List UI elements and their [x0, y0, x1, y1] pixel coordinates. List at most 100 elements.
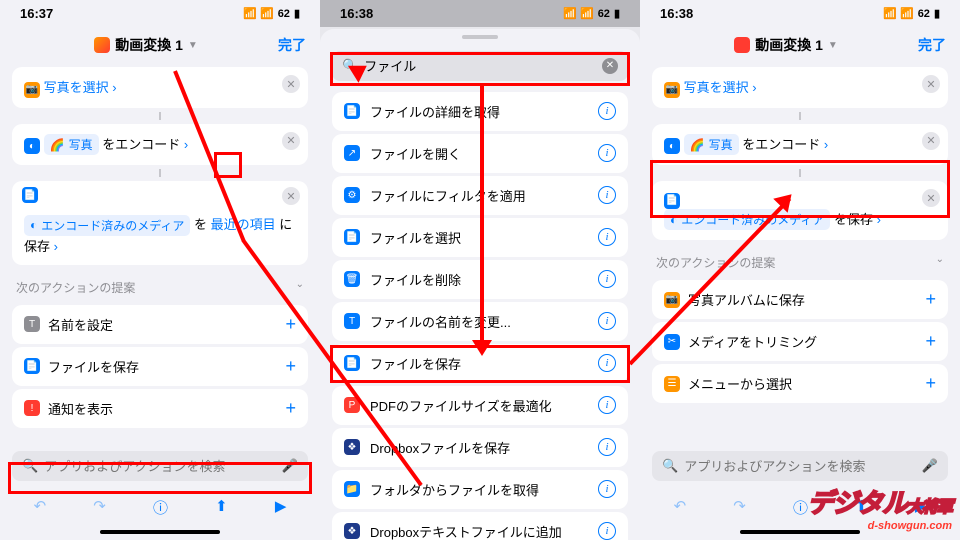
action-save-file[interactable]: ✕ 📄 ◐ エンコード済みのメディア を 最近の項目 に保存 › [12, 181, 308, 265]
status-bar: 16:38 📶 📶 62▮ [320, 0, 640, 27]
photos-icon: 📷 [664, 82, 680, 98]
mic-icon[interactable]: 🎤 [282, 458, 298, 474]
action-label: ファイルを選択 [370, 228, 461, 247]
action-icon: 📄 [344, 103, 360, 119]
sheet-handle[interactable] [462, 35, 498, 39]
variable-chip[interactable]: ◐ エンコード済みのメディア [24, 215, 190, 236]
action-list-item[interactable]: ❖Dropboxファイルを保存i [332, 428, 628, 467]
action-select-photos[interactable]: 📷 写真を選択 › ✕ [12, 67, 308, 108]
search-field[interactable] [44, 459, 276, 474]
action-list-item[interactable]: PPDFのファイルサイズを最適化i [332, 386, 628, 425]
variable-chip[interactable]: 🌈 写真 [44, 134, 99, 155]
action-icon: T [344, 313, 360, 329]
info-icon[interactable]: i [598, 522, 616, 540]
shortcut-title[interactable]: 動画変換 1▼ [734, 35, 838, 55]
search-input[interactable]: 🔍 🎤 [652, 451, 948, 481]
action-list-item[interactable]: 📄ファイルを保存i [332, 344, 628, 383]
add-icon[interactable]: + [925, 373, 936, 394]
clear-icon[interactable]: ✕ [602, 58, 618, 74]
suggestion-item[interactable]: ✂メディアをトリミング+ [652, 322, 948, 361]
suggestion-label: 通知を表示 [48, 399, 113, 418]
action-list-item[interactable]: ↗ファイルを開くi [332, 134, 628, 173]
status-time: 16:38 [660, 6, 693, 21]
info-icon[interactable]: i [598, 354, 616, 372]
save-icon: 📄 [664, 193, 680, 209]
variable-chip[interactable]: 🌈 写真 [684, 134, 739, 155]
flow-connector [159, 169, 161, 177]
remove-icon[interactable]: ✕ [282, 75, 300, 93]
suggestion-label: メディアをトリミング [688, 332, 817, 351]
info-icon[interactable]: i [598, 228, 616, 246]
search-input[interactable]: 🔍 🎤 [12, 451, 308, 481]
suggestion-item[interactable]: ☰メニューから選択+ [652, 364, 948, 403]
remove-icon[interactable]: ✕ [922, 75, 940, 93]
action-list-item[interactable]: ❖Dropboxテキストファイルに追加i [332, 512, 628, 540]
shortcut-icon [734, 37, 750, 53]
action-encode[interactable]: ◐ 🌈 写真 をエンコード › ✕ [652, 124, 948, 166]
nav-header: 動画変換 1▼ 完了 [640, 27, 960, 63]
action-icon: 🗑 [344, 271, 360, 287]
info-icon[interactable]: i [598, 144, 616, 162]
info-icon[interactable]: i [598, 102, 616, 120]
done-button[interactable]: 完了 [918, 35, 946, 55]
remove-icon[interactable]: ✕ [922, 132, 940, 150]
action-label: Dropboxファイルを保存 [370, 438, 510, 457]
suggestion-item[interactable]: T名前を設定+ [12, 305, 308, 344]
remove-icon[interactable]: ✕ [282, 187, 300, 205]
undo-icon[interactable]: ↶ [674, 497, 687, 518]
info-icon[interactable]: ⓘ [793, 497, 808, 518]
add-icon[interactable]: + [285, 398, 296, 419]
suggestion-icon: 📷 [664, 292, 680, 308]
suggestions-header[interactable]: 次のアクションの提案⌄ [0, 269, 320, 302]
info-icon[interactable]: i [598, 186, 616, 204]
action-list-item[interactable]: 📄ファイルを選択i [332, 218, 628, 257]
action-label: PDFのファイルサイズを最適化 [370, 396, 552, 415]
suggestion-item[interactable]: 📄ファイルを保存+ [12, 347, 308, 386]
share-icon[interactable]: ⬆ [215, 497, 228, 518]
action-encode[interactable]: ◐ 🌈 写真 をエンコード › ✕ [12, 124, 308, 166]
info-icon[interactable]: i [598, 270, 616, 288]
action-list-item[interactable]: 📁フォルダからファイルを取得i [332, 470, 628, 509]
info-icon[interactable]: i [598, 396, 616, 414]
add-icon[interactable]: + [925, 289, 936, 310]
mic-icon[interactable]: 🎤 [922, 458, 938, 474]
action-list-item[interactable]: 📄ファイルの詳細を取得i [332, 92, 628, 131]
info-icon[interactable]: i [598, 312, 616, 330]
search-field[interactable] [364, 58, 596, 73]
info-icon[interactable]: i [598, 480, 616, 498]
play-icon[interactable]: ▶ [275, 497, 287, 518]
suggestion-item[interactable]: !通知を表示+ [12, 389, 308, 428]
flow-connector [799, 169, 801, 177]
remove-icon[interactable]: ✕ [282, 132, 300, 150]
add-icon[interactable]: + [925, 331, 936, 352]
search-input[interactable]: 🔍 ✕ [332, 51, 628, 81]
chevron-down-icon: ⌄ [296, 279, 304, 296]
remove-icon[interactable]: ✕ [922, 189, 940, 207]
undo-icon[interactable]: ↶ [34, 497, 47, 518]
action-save-file[interactable]: 📄 ✕ ◐ エンコード済みのメディア を保存 › [652, 181, 948, 240]
shortcut-title[interactable]: 動画変換 1▼ [94, 35, 198, 55]
home-indicator [740, 530, 860, 534]
action-list-item[interactable]: T ファイルの名前を変更... i [332, 302, 628, 341]
home-indicator [100, 530, 220, 534]
add-icon[interactable]: + [285, 314, 296, 335]
redo-icon[interactable]: ↷ [733, 497, 746, 518]
info-icon[interactable]: i [598, 438, 616, 456]
done-button[interactable]: 完了 [278, 35, 306, 55]
suggestion-item[interactable]: 📷写真アルバムに保存+ [652, 280, 948, 319]
action-icon: ⚙ [344, 187, 360, 203]
action-list-item[interactable]: 🗑ファイルを削除i [332, 260, 628, 299]
action-list-item[interactable]: ⚙ファイルにフィルタを適用i [332, 176, 628, 215]
action-label: ファイルの名前を変更... [370, 312, 511, 331]
share-icon[interactable]: ⬆ [855, 497, 868, 518]
status-indicators: 📶 📶 62▮ [563, 7, 620, 20]
action-select-photos[interactable]: 📷 写真を選択 › ✕ [652, 67, 948, 108]
info-icon[interactable]: ⓘ [153, 497, 168, 518]
suggestions-header[interactable]: 次のアクションの提案⌄ [640, 244, 960, 277]
variable-chip[interactable]: ◐ エンコード済みのメディア [664, 209, 830, 230]
search-field[interactable] [684, 459, 916, 474]
shortcut-icon [94, 37, 110, 53]
add-icon[interactable]: + [285, 356, 296, 377]
play-icon[interactable]: ▶ [915, 497, 927, 518]
redo-icon[interactable]: ↷ [93, 497, 106, 518]
